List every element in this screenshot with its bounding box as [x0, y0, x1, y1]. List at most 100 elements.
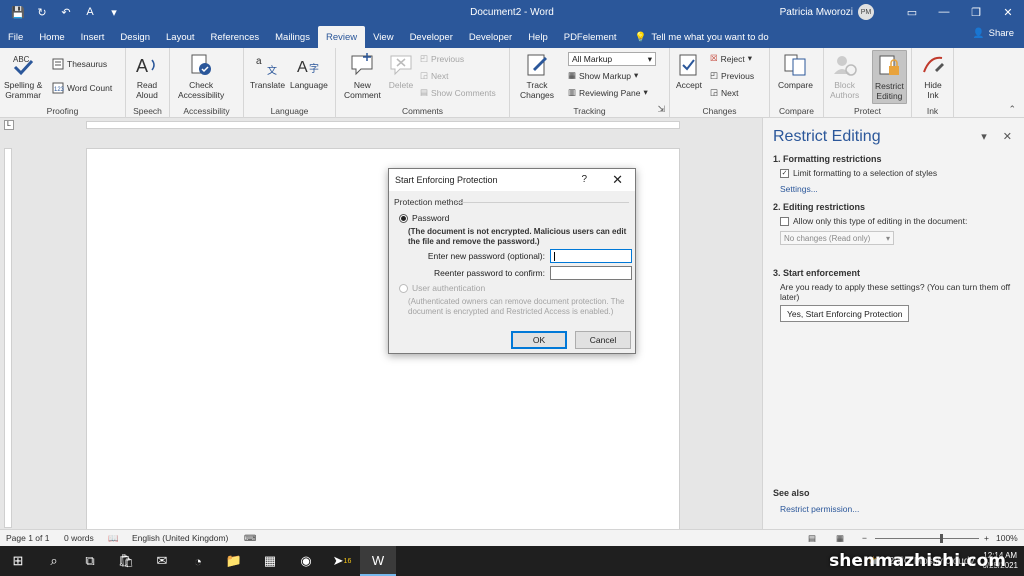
undo-icon[interactable]: ↶	[56, 2, 76, 22]
reviewing-pane-button[interactable]: ▥ Reviewing Pane ▾	[568, 87, 648, 98]
group-label-compare: Compare	[779, 106, 814, 116]
tab-design[interactable]: Design	[112, 26, 158, 48]
telegram-icon[interactable]: ➤ 16	[324, 546, 360, 576]
tab-insert[interactable]: Insert	[73, 26, 113, 48]
settings-link[interactable]: Settings...	[780, 184, 818, 194]
next-change-button[interactable]: ◲ Next	[710, 87, 739, 98]
dialog-launcher-icon[interactable]: ⇲	[657, 104, 665, 115]
start-enforcing-button[interactable]: Yes, Start Enforcing Protection	[780, 305, 910, 322]
compare-button[interactable]: Compare	[778, 52, 813, 90]
zoom-slider[interactable]	[875, 538, 979, 539]
mail-icon[interactable]: ✉	[144, 546, 180, 576]
language-status[interactable]: English (United Kingdom)	[132, 533, 228, 543]
word-count[interactable]: 0 words	[64, 533, 94, 543]
reenter-password-input[interactable]	[550, 266, 632, 280]
track-changes-button[interactable]: Track Changes	[520, 52, 554, 100]
tab-pdfelement[interactable]: PDFelement	[556, 26, 625, 48]
allow-editing-option[interactable]: Allow only this type of editing in the d…	[780, 216, 967, 226]
limit-formatting-checkbox[interactable]: ✓	[780, 168, 789, 178]
collapse-ribbon-icon[interactable]: ⌃	[1008, 104, 1016, 115]
password-option[interactable]: Password	[399, 213, 449, 223]
ribbon-display-options-icon[interactable]: ▭	[896, 0, 928, 24]
tab-developer-2[interactable]: Developer	[461, 26, 520, 48]
show-markup-button[interactable]: ▦ Show Markup ▾	[568, 70, 638, 81]
chrome-icon[interactable]: ◉	[288, 546, 324, 576]
search-icon[interactable]: ⌕	[36, 546, 72, 576]
start-icon[interactable]: ⊞	[0, 546, 36, 576]
help-icon[interactable]: ?	[581, 174, 587, 185]
allow-editing-checkbox[interactable]	[780, 216, 789, 226]
restrict-permission-link[interactable]: Restrict permission...	[780, 504, 859, 514]
zoom-out-icon[interactable]: −	[862, 533, 867, 543]
read-aloud-button[interactable]: A Read Aloud	[134, 52, 160, 100]
restore-icon[interactable]: ❐	[960, 0, 992, 24]
pane-close-icon[interactable]: ✕	[1003, 130, 1012, 143]
ok-button[interactable]: OK	[511, 331, 567, 349]
store-icon[interactable]: 🛍	[108, 546, 144, 576]
cancel-button[interactable]: Cancel	[575, 331, 631, 349]
zoom-level[interactable]: 100%	[996, 533, 1018, 543]
next-comment-button[interactable]: ◲ Next	[420, 70, 449, 81]
print-layout-icon[interactable]: ▦	[836, 533, 844, 544]
calculator-icon[interactable]: ▦	[252, 546, 288, 576]
tab-references[interactable]: References	[203, 26, 268, 48]
user-authentication-radio[interactable]	[399, 283, 408, 293]
spelling-grammar-button[interactable]: ABC Spelling & Grammar	[4, 52, 42, 100]
tab-file[interactable]: File	[0, 26, 31, 48]
tab-home[interactable]: Home	[31, 26, 72, 48]
delete-comment-button[interactable]: Delete	[388, 52, 414, 90]
translate-button[interactable]: a文 Translate	[250, 52, 285, 90]
tab-mailings[interactable]: Mailings	[267, 26, 318, 48]
autosave-icon[interactable]: ↻	[32, 2, 52, 22]
new-password-input[interactable]	[550, 249, 632, 263]
tab-review[interactable]: Review	[317, 26, 366, 48]
markup-select[interactable]: All Markup ▾	[568, 52, 656, 66]
zoom-in-icon[interactable]: +	[984, 533, 989, 543]
minimize-icon[interactable]: —	[928, 0, 960, 24]
customize-qat-icon[interactable]: ▾	[104, 2, 124, 22]
read-mode-icon[interactable]: ▤	[808, 533, 816, 544]
tell-me-search[interactable]: 💡 Tell me what you want to do	[635, 26, 769, 48]
tab-view[interactable]: View	[365, 26, 401, 48]
group-changes: Accept ☒ Reject ▾ ◰ Previous ◲ Next Chan…	[670, 48, 770, 118]
check-accessibility-button[interactable]: Check Accessibility	[178, 52, 224, 100]
language-button[interactable]: A字 Language	[290, 52, 328, 90]
tab-layout[interactable]: Layout	[158, 26, 203, 48]
new-comment-button[interactable]: New Comment	[344, 52, 381, 100]
thesaurus-button[interactable]: Thesaurus	[52, 58, 107, 70]
password-radio[interactable]	[399, 213, 408, 223]
ruler-bar[interactable]	[86, 121, 680, 129]
file-explorer-icon[interactable]: 📁	[216, 546, 252, 576]
word-count-button[interactable]: 123 Word Count	[52, 82, 112, 94]
previous-comment-button[interactable]: ◰ Previous	[420, 53, 464, 64]
tab-help[interactable]: Help	[520, 26, 556, 48]
pane-options-icon[interactable]: ▾	[981, 130, 987, 143]
check-label: Check	[189, 80, 214, 90]
block-authors-button[interactable]: Block Authors	[830, 52, 859, 100]
save-icon[interactable]: 💾	[8, 2, 28, 22]
zoom-slider-thumb[interactable]	[940, 534, 943, 543]
close-icon[interactable]: ✕	[992, 0, 1024, 24]
share-button[interactable]: 👤 Share	[973, 28, 1014, 39]
user-account[interactable]: Patricia Mworozi PM	[780, 4, 874, 20]
proofing-status-icon[interactable]: 📖	[108, 533, 119, 544]
limit-formatting-option[interactable]: ✓ Limit formatting to a selection of sty…	[780, 168, 937, 178]
dialog-close-icon[interactable]: ✕	[612, 172, 623, 188]
page-count[interactable]: Page 1 of 1	[6, 533, 49, 543]
tab-developer[interactable]: Developer	[402, 26, 461, 48]
reject-button[interactable]: ☒ Reject ▾	[710, 53, 752, 64]
accessibility-status-icon[interactable]: ⌨	[244, 533, 256, 544]
editing-type-select[interactable]: No changes (Read only) ▾	[780, 231, 894, 245]
hide-ink-button[interactable]: Hide Ink	[920, 52, 946, 100]
task-view-icon[interactable]: ⧉	[72, 546, 108, 576]
tab-selector[interactable]: L	[4, 120, 14, 130]
accept-button[interactable]: Accept	[676, 52, 702, 90]
word-icon[interactable]: W	[360, 546, 396, 576]
avatar[interactable]: PM	[858, 4, 874, 20]
font-size-icon[interactable]: A	[80, 2, 100, 22]
user-authentication-option[interactable]: User authentication	[399, 283, 485, 293]
edge-icon[interactable]: ◔	[180, 546, 216, 576]
show-comments-button[interactable]: ▤ Show Comments	[420, 87, 496, 98]
previous-change-button[interactable]: ◰ Previous	[710, 70, 754, 81]
restrict-editing-button[interactable]: Restrict Editing	[872, 50, 907, 104]
